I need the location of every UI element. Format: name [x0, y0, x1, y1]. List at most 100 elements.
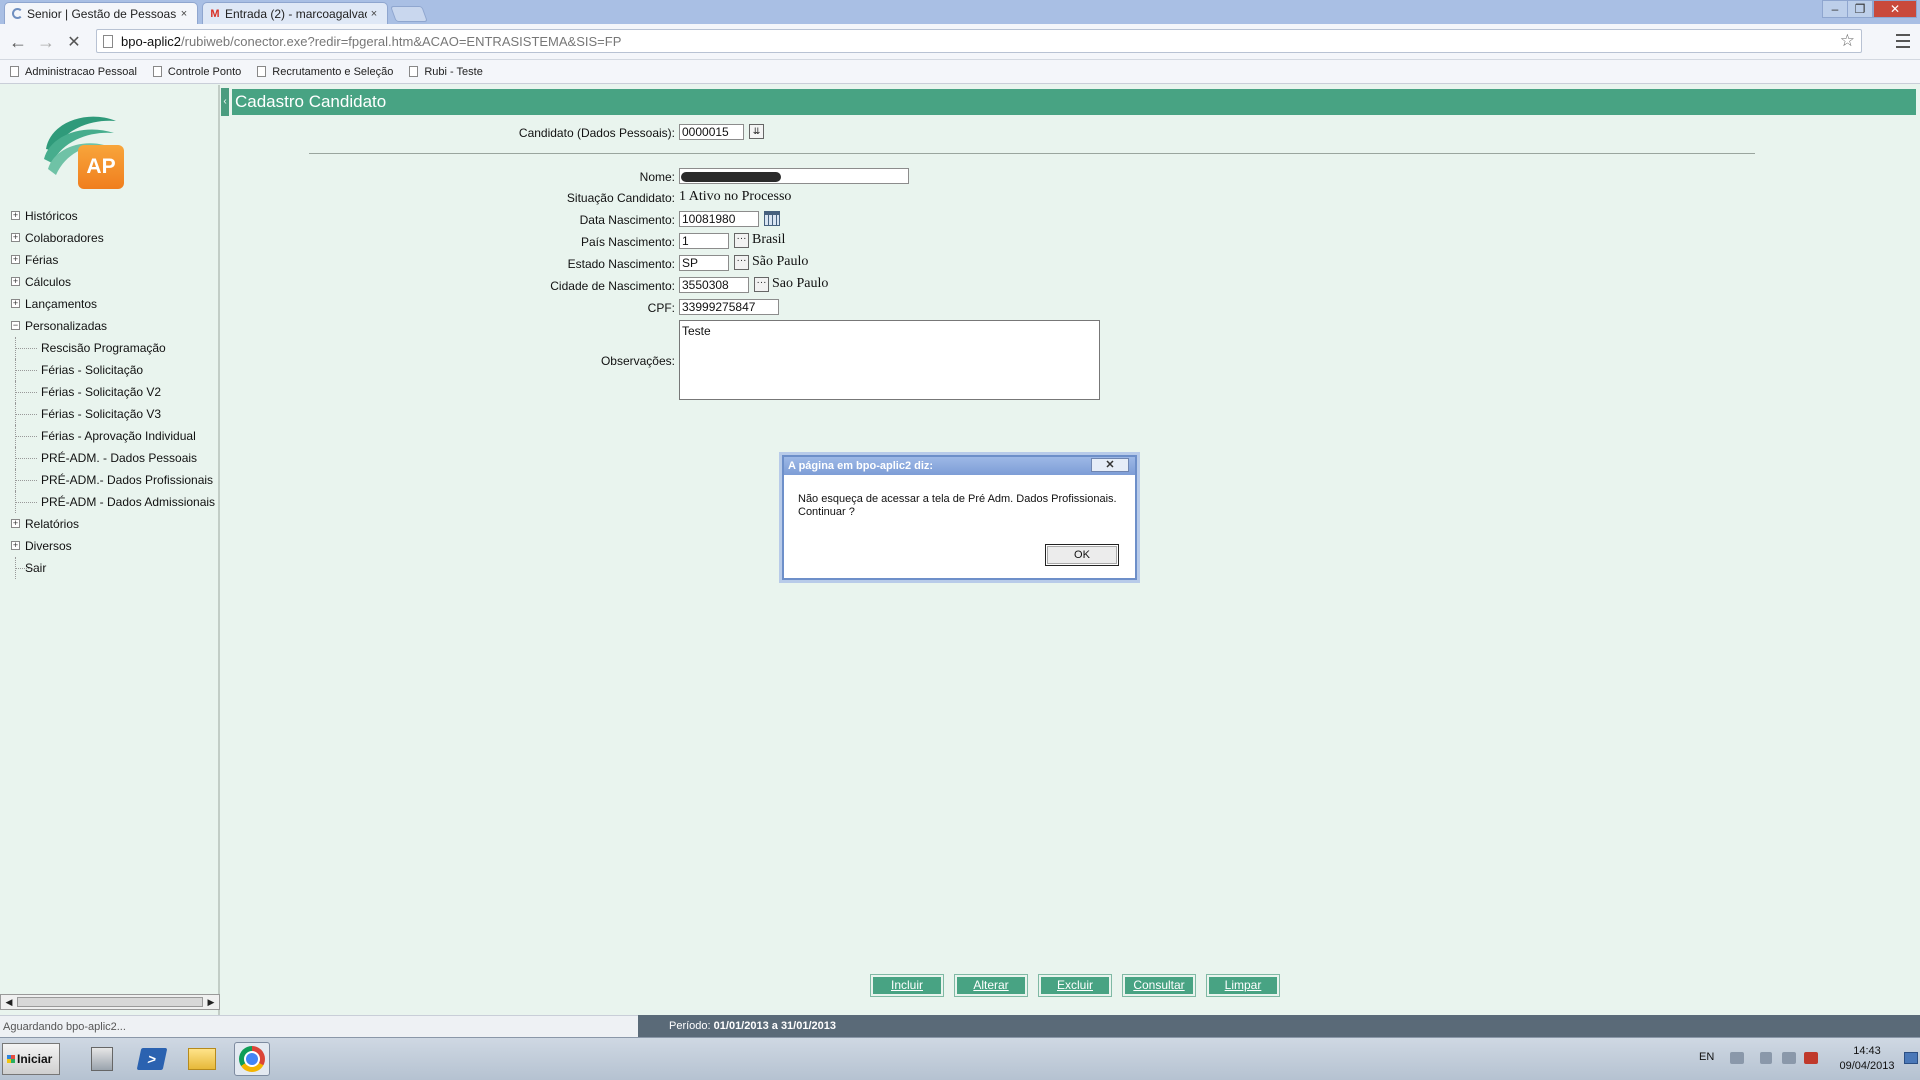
scrollbar-thumb[interactable]: [17, 997, 203, 1007]
system-tray: EN 14:43 09/04/2013: [1685, 1038, 1920, 1080]
bookmark-label: Rubi - Teste: [424, 65, 483, 78]
action-center-flag-icon[interactable]: [1760, 1052, 1772, 1064]
taskbar-explorer[interactable]: [184, 1042, 220, 1076]
consultar-button[interactable]: Consultar: [1122, 974, 1196, 997]
alterar-button[interactable]: Alterar: [954, 974, 1028, 997]
tab-close-icon[interactable]: ×: [177, 8, 191, 20]
data-nascimento-label: Data Nascimento:: [579, 213, 675, 227]
divider: [309, 153, 1755, 154]
tree-item-personalizadas[interactable]: − Personalizadas: [0, 315, 220, 337]
expand-icon[interactable]: +: [11, 255, 20, 264]
tree-label: Férias - Aprovação Individual: [41, 429, 196, 443]
expand-icon[interactable]: +: [11, 299, 20, 308]
excluir-button[interactable]: Excluir: [1038, 974, 1112, 997]
volume-muted-icon[interactable]: [1804, 1052, 1818, 1064]
page-icon: [409, 66, 419, 77]
taskbar-powershell[interactable]: >: [134, 1042, 170, 1076]
lookup-icon[interactable]: ···: [734, 233, 749, 248]
address-bar[interactable]: bpo-aplic2/rubiweb/conector.exe?redir=fp…: [96, 29, 1862, 53]
pais-input[interactable]: [679, 233, 729, 249]
tree-item-pre-adm-dados-pessoais[interactable]: PRÉ-ADM. - Dados Pessoais: [0, 447, 220, 469]
calendar-icon[interactable]: [764, 211, 780, 226]
tree-item-historicos[interactable]: + Históricos: [0, 205, 220, 227]
tree-item-ferias-solicitacao-v3[interactable]: Férias - Solicitação V3: [0, 403, 220, 425]
limpar-button[interactable]: Limpar: [1206, 974, 1280, 997]
tree-label: Rescisão Programação: [41, 341, 166, 355]
candidato-input[interactable]: [679, 124, 744, 140]
tree-item-lancamentos[interactable]: + Lançamentos: [0, 293, 220, 315]
tab-senior[interactable]: Senior | Gestão de Pessoas - ×: [4, 2, 198, 24]
back-arrow-icon[interactable]: ←: [6, 31, 30, 53]
clock-date[interactable]: 09/04/2013: [1837, 1060, 1897, 1072]
tree-item-ferias-aprovacao-individual[interactable]: Férias - Aprovação Individual: [0, 425, 220, 447]
situacao-value: 1 Ativo no Processo: [679, 189, 792, 204]
tree-item-calculos[interactable]: + Cálculos: [0, 271, 220, 293]
new-tab-button[interactable]: [390, 6, 428, 22]
alert-dialog: A página em bpo-aplic2 diz: ✕ Não esqueç…: [782, 455, 1137, 580]
collapse-icon[interactable]: −: [11, 321, 20, 330]
tree-item-pre-adm-dados-admissionais[interactable]: PRÉ-ADM - Dados Admissionais: [0, 491, 220, 513]
bookmark-rubi-teste[interactable]: Rubi - Teste: [409, 66, 483, 78]
show-desktop-icon[interactable]: [1904, 1052, 1918, 1064]
forward-arrow-icon[interactable]: →: [34, 31, 58, 53]
tree-item-rescisao-programacao[interactable]: Rescisão Programação: [0, 337, 220, 359]
expand-icon[interactable]: +: [11, 233, 20, 242]
ok-button[interactable]: OK: [1045, 544, 1119, 566]
start-button[interactable]: Iniciar: [2, 1043, 60, 1075]
stop-loading-icon[interactable]: ✕: [62, 31, 86, 53]
dialog-close-icon[interactable]: ✕: [1091, 458, 1129, 472]
taskbar-chrome[interactable]: [234, 1042, 270, 1076]
tree-label: Férias - Solicitação V2: [41, 385, 162, 399]
scroll-right-icon[interactable]: ▶: [204, 996, 218, 1008]
tab-gmail[interactable]: M Entrada (2) - marcoagalvao@ ×: [202, 2, 388, 24]
tree-item-ferias-solicitacao-v2[interactable]: Férias - Solicitação V2: [0, 381, 220, 403]
bookmark-recrutamento-selecao[interactable]: Recrutamento e Seleção: [257, 66, 393, 78]
browser-tab-strip: Senior | Gestão de Pessoas - × M Entrada…: [0, 0, 1920, 24]
clock-time[interactable]: 14:43: [1837, 1045, 1897, 1057]
window-close-button[interactable]: ✕: [1873, 0, 1917, 18]
navigation-tree: + Históricos + Colaboradores + Férias + Cálc…: [0, 205, 220, 579]
tree-item-pre-adm-dados-profissionais[interactable]: PRÉ-ADM.- Dados Profissionais: [0, 469, 220, 491]
tree-item-diversos[interactable]: + Diversos: [0, 535, 220, 557]
collapse-sidebar-button[interactable]: ‹: [221, 88, 229, 116]
data-nascimento-input[interactable]: [679, 211, 759, 227]
tree-item-sair[interactable]: Sair: [0, 557, 220, 579]
estado-input[interactable]: [679, 255, 729, 271]
expand-icon[interactable]: +: [11, 519, 20, 528]
tree-item-relatorios[interactable]: + Relatórios: [0, 513, 220, 535]
dialog-title-bar: A página em bpo-aplic2 diz: ✕: [784, 457, 1135, 475]
candidato-label: Candidato (Dados Pessoais):: [518, 126, 675, 140]
taskbar-server-manager[interactable]: [84, 1042, 120, 1076]
restore-button[interactable]: ❐: [1847, 0, 1873, 18]
nome-input[interactable]: [679, 168, 909, 184]
language-indicator[interactable]: EN: [1699, 1051, 1714, 1063]
expand-icon[interactable]: +: [11, 541, 20, 550]
lookup-icon[interactable]: ···: [754, 277, 769, 292]
tree-item-ferias[interactable]: + Férias: [0, 249, 220, 271]
dropdown-arrow-icon[interactable]: ⇊: [749, 124, 764, 139]
cpf-input[interactable]: [679, 299, 779, 315]
tree-item-colaboradores[interactable]: + Colaboradores: [0, 227, 220, 249]
browser-menu-icon[interactable]: [1894, 32, 1912, 50]
printer-icon[interactable]: [1730, 1052, 1744, 1064]
scroll-left-icon[interactable]: ◀: [2, 996, 16, 1008]
network-icon[interactable]: [1782, 1052, 1796, 1064]
tree-label: PRÉ-ADM. - Dados Pessoais: [41, 451, 198, 465]
tree-label: Diversos: [25, 539, 72, 553]
bookmark-controle-ponto[interactable]: Controle Ponto: [152, 66, 241, 78]
incluir-button[interactable]: Incluir: [870, 974, 944, 997]
expand-icon[interactable]: +: [11, 277, 20, 286]
bookmark-star-icon[interactable]: ☆: [1840, 31, 1855, 51]
observacoes-textarea[interactable]: Teste: [679, 320, 1100, 400]
expand-icon[interactable]: +: [11, 211, 20, 220]
tab-title: Senior | Gestão de Pessoas -: [27, 6, 177, 21]
page-icon: [257, 66, 267, 77]
bookmark-administracao-pessoal[interactable]: Administracao Pessoal: [10, 66, 137, 78]
lookup-icon[interactable]: ···: [734, 255, 749, 270]
logo-badge: AP: [78, 145, 124, 189]
tab-close-icon[interactable]: ×: [367, 8, 381, 20]
sidebar-horizontal-scrollbar[interactable]: ◀ ▶: [0, 994, 220, 1010]
minimize-button[interactable]: –: [1822, 0, 1848, 18]
cidade-input[interactable]: [679, 277, 749, 293]
tree-item-ferias-solicitacao[interactable]: Férias - Solicitação: [0, 359, 220, 381]
